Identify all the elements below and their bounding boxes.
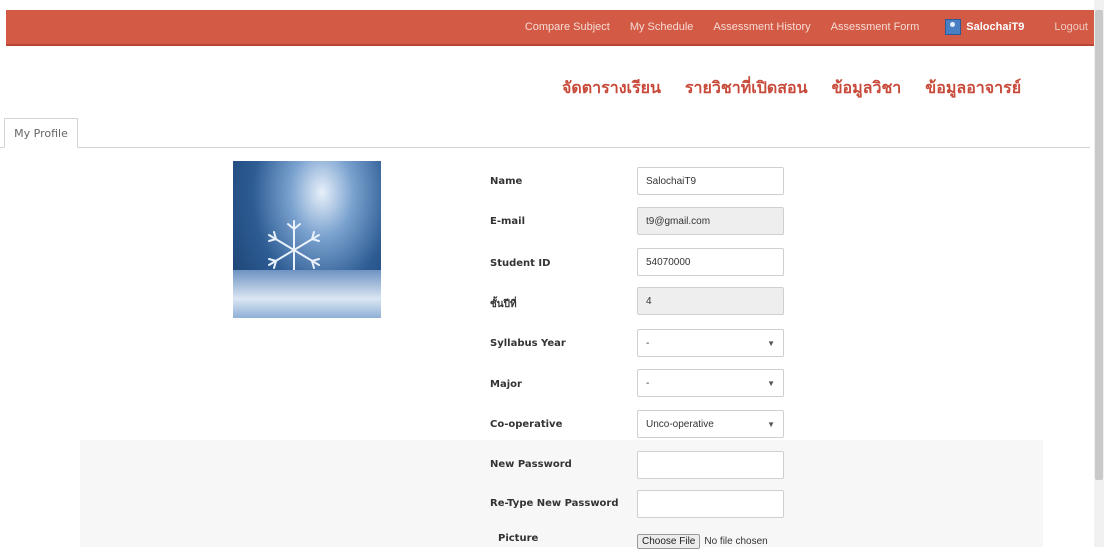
nav-my-schedule[interactable]: My Schedule [630, 21, 694, 33]
nav-compare-subject[interactable]: Compare Subject [525, 21, 610, 33]
menu-open-courses[interactable]: รายวิชาที่เปิดสอน [685, 76, 808, 101]
nav-assessment-form[interactable]: Assessment Form [831, 21, 920, 33]
menu-teacher-info[interactable]: ข้อมูลอาจารย์ [925, 76, 1021, 101]
email-label: E-mail [490, 216, 526, 227]
user-name: SalochaiT9 [966, 21, 1025, 33]
picture-label: Picture [498, 533, 539, 544]
name-input[interactable]: SalochaiT9 [637, 167, 784, 195]
cooperative-select[interactable]: Unco-operative ▼ [637, 410, 784, 438]
major-value: - [646, 377, 650, 389]
student-id-label: Student ID [490, 258, 551, 269]
new-password-input[interactable] [637, 451, 784, 479]
syllabus-year-select[interactable]: - ▼ [637, 329, 784, 357]
top-navbar: Compare Subject My Schedule Assessment H… [6, 10, 1096, 46]
password-section-background [80, 440, 1043, 547]
tab-my-profile[interactable]: My Profile [4, 118, 78, 148]
tab-divider [0, 147, 1090, 148]
profile-picture [233, 161, 381, 318]
nav-assessment-history[interactable]: Assessment History [713, 21, 810, 33]
cooperative-label: Co-operative [490, 419, 563, 430]
chevron-down-icon: ▼ [767, 419, 775, 429]
major-select[interactable]: - ▼ [637, 369, 784, 397]
year-label: ชั้นปีที่ [490, 299, 517, 310]
email-input: t9@gmail.com [637, 207, 784, 235]
chevron-down-icon: ▼ [767, 338, 775, 348]
syllabus-year-value: - [646, 337, 650, 349]
user-avatar-icon [945, 19, 962, 35]
file-status-text: No file chosen [704, 536, 768, 547]
thai-main-menu: จัดตารางเรียน รายวิชาที่เปิดสอน ข้อมูลวิ… [562, 76, 1045, 101]
student-id-input[interactable]: 54070000 [637, 248, 784, 276]
menu-course-info[interactable]: ข้อมูลวิชา [832, 76, 902, 101]
snow-ground [233, 270, 381, 318]
menu-class-schedule[interactable]: จัดตารางเรียน [562, 76, 661, 101]
page-scrollbar[interactable] [1094, 0, 1104, 547]
major-label: Major [490, 379, 522, 390]
retype-password-input[interactable] [637, 490, 784, 518]
logout-link[interactable]: Logout [1054, 21, 1088, 33]
user-menu[interactable]: SalochaiT9 [945, 19, 1024, 35]
new-password-label: New Password [490, 459, 572, 470]
cooperative-value: Unco-operative [646, 418, 714, 430]
scrollbar-thumb[interactable] [1095, 10, 1103, 480]
chevron-down-icon: ▼ [767, 378, 775, 388]
retype-password-label: Re-Type New Password [490, 498, 619, 509]
syllabus-year-label: Syllabus Year [490, 338, 566, 349]
year-input: 4 [637, 287, 784, 315]
name-label: Name [490, 176, 523, 187]
